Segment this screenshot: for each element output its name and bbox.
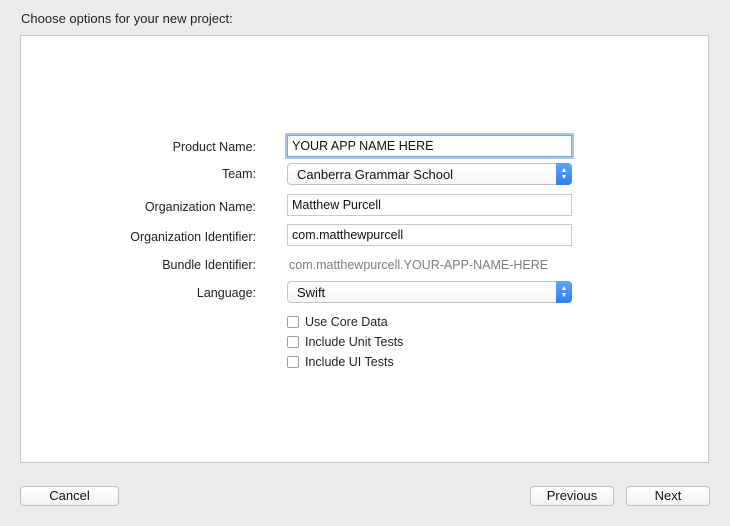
next-button[interactable]: Next (626, 486, 710, 506)
team-popup-value: Canberra Grammar School (297, 167, 454, 182)
language-popup-value: Swift (297, 285, 326, 300)
use-core-data-checkbox[interactable]: Use Core Data (287, 314, 388, 330)
up-down-chevron-icon: ▲ ▼ (556, 163, 572, 185)
checkbox-icon[interactable] (287, 316, 299, 328)
team-popup[interactable]: Canberra Grammar School ▲ ▼ (287, 163, 572, 185)
organization-identifier-field[interactable]: com.matthewpurcell (287, 224, 572, 246)
options-panel: Product Name: YOUR APP NAME HERE Team: C… (20, 35, 709, 463)
use-core-data-label: Use Core Data (305, 315, 388, 329)
checkbox-icon[interactable] (287, 336, 299, 348)
team-label: Team: (221, 167, 256, 181)
include-unit-tests-checkbox[interactable]: Include Unit Tests (287, 334, 403, 350)
language-label: Language: (196, 286, 256, 300)
previous-button[interactable]: Previous (530, 486, 614, 506)
language-popup[interactable]: Swift ▲ ▼ (287, 281, 572, 303)
organization-identifier-label: Organization Identifier: (130, 230, 256, 244)
include-ui-tests-label: Include UI Tests (305, 355, 394, 369)
organization-name-label: Organization Name: (144, 200, 256, 214)
up-down-chevron-icon: ▲ ▼ (556, 281, 572, 303)
product-name-label: Product Name: (172, 140, 256, 154)
checkbox-icon[interactable] (287, 356, 299, 368)
cancel-button[interactable]: Cancel (20, 486, 119, 506)
include-ui-tests-checkbox[interactable]: Include UI Tests (287, 354, 394, 370)
bundle-identifier-label: Bundle Identifier: (162, 258, 256, 272)
dialog-title: Choose options for your new project: (21, 11, 233, 26)
product-name-field[interactable]: YOUR APP NAME HERE (287, 135, 572, 157)
include-unit-tests-label: Include Unit Tests (305, 335, 404, 349)
organization-name-field[interactable]: Matthew Purcell (287, 194, 572, 216)
bundle-identifier-value: com.matthewpurcell.YOUR-APP-NAME-HERE (289, 258, 549, 272)
